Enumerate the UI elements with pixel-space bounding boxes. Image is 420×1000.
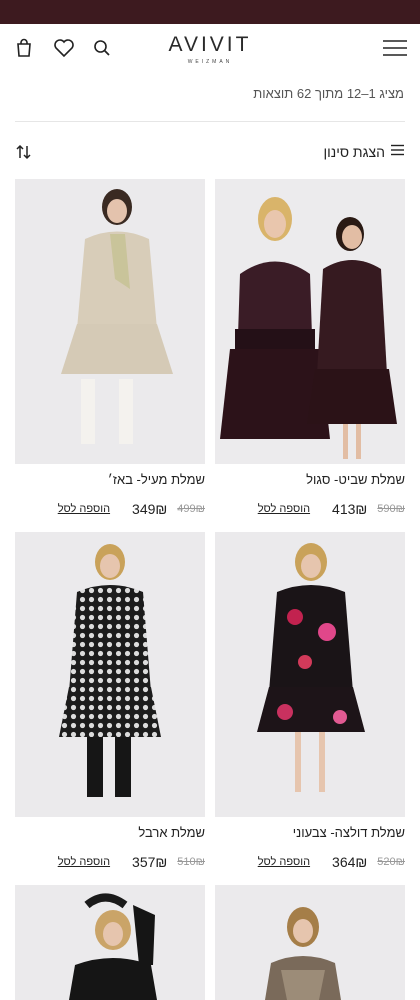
product-old-price: 590₪ <box>377 503 405 515</box>
product-image[interactable] <box>215 532 405 817</box>
logo-subtitle: WEIZMAN <box>187 59 233 65</box>
product-card[interactable]: שמלת מעיל- באז׳ 499₪ 349₪ הוספה לסל <box>15 179 205 524</box>
product-image[interactable] <box>15 885 205 1000</box>
hamburger-menu-icon[interactable] <box>382 36 408 60</box>
product-title[interactable]: שמלת ארבל <box>138 825 205 840</box>
add-to-cart-link[interactable]: הוספה לסל <box>258 856 310 868</box>
product-card[interactable] <box>15 885 205 1000</box>
cart-icon[interactable] <box>12 36 36 60</box>
product-price: 349₪ <box>132 501 168 517</box>
logo-wordmark: AVIVIT <box>168 33 252 56</box>
product-prices: 590₪ 413₪ הוספה לסל <box>215 500 405 518</box>
heart-icon[interactable] <box>52 36 76 60</box>
product-title[interactable]: שמלת מעיל- באז׳ <box>108 472 205 487</box>
filter-lines-icon <box>391 143 404 161</box>
product-image[interactable] <box>215 179 405 464</box>
product-image[interactable] <box>15 179 205 464</box>
sort-arrows-icon[interactable] <box>16 144 34 162</box>
product-title[interactable]: שמלת שביט- סגול <box>306 472 405 487</box>
product-card[interactable]: שמלת ארבל 510₪ 357₪ הוספה לסל <box>15 532 205 877</box>
product-prices: 510₪ 357₪ הוספה לסל <box>15 853 205 871</box>
product-old-price: 510₪ <box>177 856 205 868</box>
product-price: 413₪ <box>332 501 368 517</box>
announcement-bar <box>0 0 420 24</box>
search-icon[interactable] <box>90 36 114 60</box>
add-to-cart-link[interactable]: הוספה לסל <box>258 503 310 515</box>
results-count: מציג 1–12 מתוך 62 תוצאות <box>253 86 404 101</box>
product-card[interactable] <box>215 885 405 1000</box>
divider <box>15 121 405 122</box>
product-prices: 499₪ 349₪ הוספה לסל <box>15 500 205 518</box>
product-title[interactable]: שמלת דולצה- צבעוני <box>293 825 405 840</box>
filter-toggle[interactable]: הצגת סינון <box>323 143 404 161</box>
product-card[interactable]: שמלת דולצה- צבעוני 520₪ 364₪ הוספה לסל <box>215 532 405 877</box>
product-image[interactable] <box>215 885 405 1000</box>
product-price: 364₪ <box>332 854 368 870</box>
product-prices: 520₪ 364₪ הוספה לסל <box>215 853 405 871</box>
site-header: AVIVIT WEIZMAN <box>0 24 420 74</box>
product-card[interactable]: שמלת שביט- סגול 590₪ 413₪ הוספה לסל <box>215 179 405 524</box>
add-to-cart-link[interactable]: הוספה לסל <box>58 503 110 515</box>
product-old-price: 499₪ <box>177 503 205 515</box>
brand-logo[interactable]: AVIVIT WEIZMAN <box>150 32 270 72</box>
product-image[interactable] <box>15 532 205 817</box>
product-old-price: 520₪ <box>377 856 405 868</box>
add-to-cart-link[interactable]: הוספה לסל <box>58 856 110 868</box>
product-price: 357₪ <box>132 854 168 870</box>
filter-label: הצגת סינון <box>323 144 385 160</box>
